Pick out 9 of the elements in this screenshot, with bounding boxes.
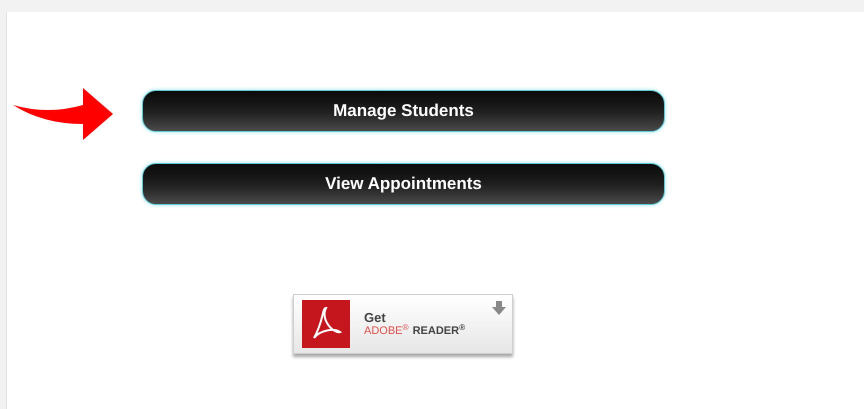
arrow-icon	[13, 88, 113, 140]
download-icon	[492, 301, 506, 315]
pdf-logo-icon	[302, 300, 350, 348]
product-text: READER$^{®}$	[412, 326, 466, 337]
nav-button[interactable]: Manage Students	[142, 90, 665, 132]
nav-button[interactable]: View Appointments	[142, 163, 665, 205]
badge-text: Get	[364, 311, 387, 324]
brand-text: ADOBE$^{®}$	[364, 326, 409, 337]
get-adobe-reader-badge[interactable]: Get ADOBE$^{®}$ READER$^{®}$	[293, 294, 513, 354]
